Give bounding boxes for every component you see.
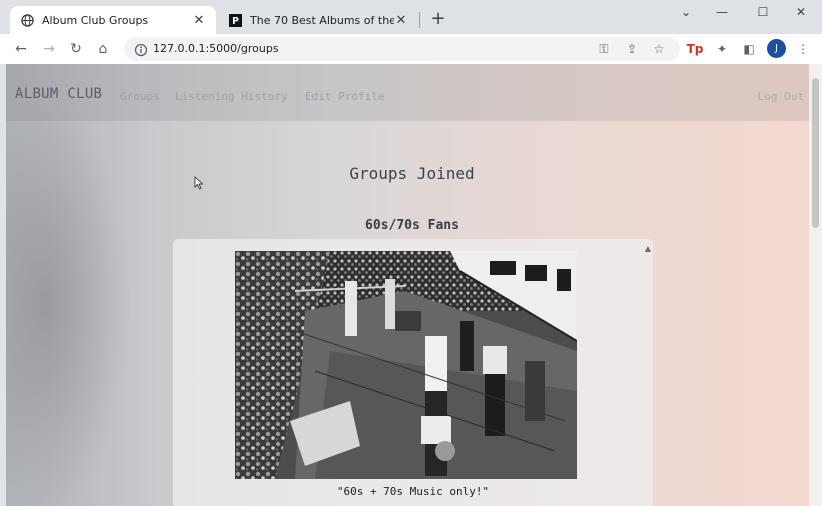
tab-divider [419,12,420,28]
menu-kebab-icon[interactable]: ⋮ [794,41,812,57]
svg-text:P: P [232,16,239,27]
pitchfork-icon: P [228,13,242,27]
group-photo [235,251,577,479]
nav-link-edit-profile[interactable]: Edit Profile [305,90,384,103]
forward-icon[interactable]: → [38,38,60,60]
extensions-puzzle-icon[interactable]: ✦ [713,41,731,57]
tab-album-club-groups[interactable]: Album Club Groups ✕ [10,6,216,34]
page-viewport: ALBUM CLUB Groups Listening History Edit… [6,64,809,506]
close-icon[interactable]: ✕ [192,13,206,28]
url-text: 127.0.0.1:5000/groups [153,42,279,55]
logout-link[interactable]: Log Out [758,90,804,103]
tab-title: The 70 Best Albums of the 1970s [250,13,394,27]
tab-title: Album Club Groups [42,13,149,27]
tab-search-icon[interactable]: ⌄ [668,2,704,22]
scrollbar-thumb[interactable] [812,78,819,228]
profile-avatar[interactable]: J [767,39,786,58]
browser-toolbar: ← → ↻ ⌂ 127.0.0.1:5000/groups ⚿ ⇪ ☆ Tp ✦… [0,34,822,64]
card-scrollbar[interactable]: ▲ [641,239,653,506]
group-card[interactable]: "60s + 70s Music only!" ▲ [173,239,653,506]
page-title: Groups Joined [349,164,475,183]
reload-icon[interactable]: ↻ [65,38,87,60]
maximize-icon[interactable]: ☐ [745,2,781,22]
close-icon[interactable]: ✕ [394,13,408,28]
new-tab-icon[interactable]: + [428,8,448,30]
back-icon[interactable]: ← [10,38,32,60]
scroll-up-icon[interactable]: ▲ [645,244,651,253]
tab-strip: Album Club Groups ✕ P The 70 Best Albums… [0,0,822,34]
window-close-icon[interactable]: ✕ [783,2,819,22]
home-icon[interactable]: ⌂ [92,38,114,60]
group-name[interactable]: 60s/70s Fans [6,218,809,233]
site-navbar: ALBUM CLUB Groups Listening History Edit… [6,64,809,121]
globe-icon [20,13,34,27]
nav-link-groups[interactable]: Groups [120,90,160,103]
mouse-cursor-icon [194,176,204,190]
address-bar[interactable]: 127.0.0.1:5000/groups ⚿ ⇪ ☆ [124,37,680,61]
minimize-icon[interactable]: — [704,2,740,22]
bookmark-star-icon[interactable]: ☆ [651,41,667,57]
extension-tp-icon[interactable]: Tp [686,41,704,57]
tab-best-albums-1970s[interactable]: P The 70 Best Albums of the 1970s ✕ [218,6,418,34]
group-caption: "60s + 70s Music only!" [336,485,490,498]
site-brand[interactable]: ALBUM CLUB [15,86,102,102]
key-icon[interactable]: ⚿ [596,41,612,57]
share-icon[interactable]: ⇪ [624,41,640,57]
page-scrollbar[interactable] [809,64,822,506]
site-info-icon[interactable] [134,42,148,57]
side-panel-icon[interactable]: ◧ [740,41,758,57]
nav-link-listening-history[interactable]: Listening History [175,90,288,103]
